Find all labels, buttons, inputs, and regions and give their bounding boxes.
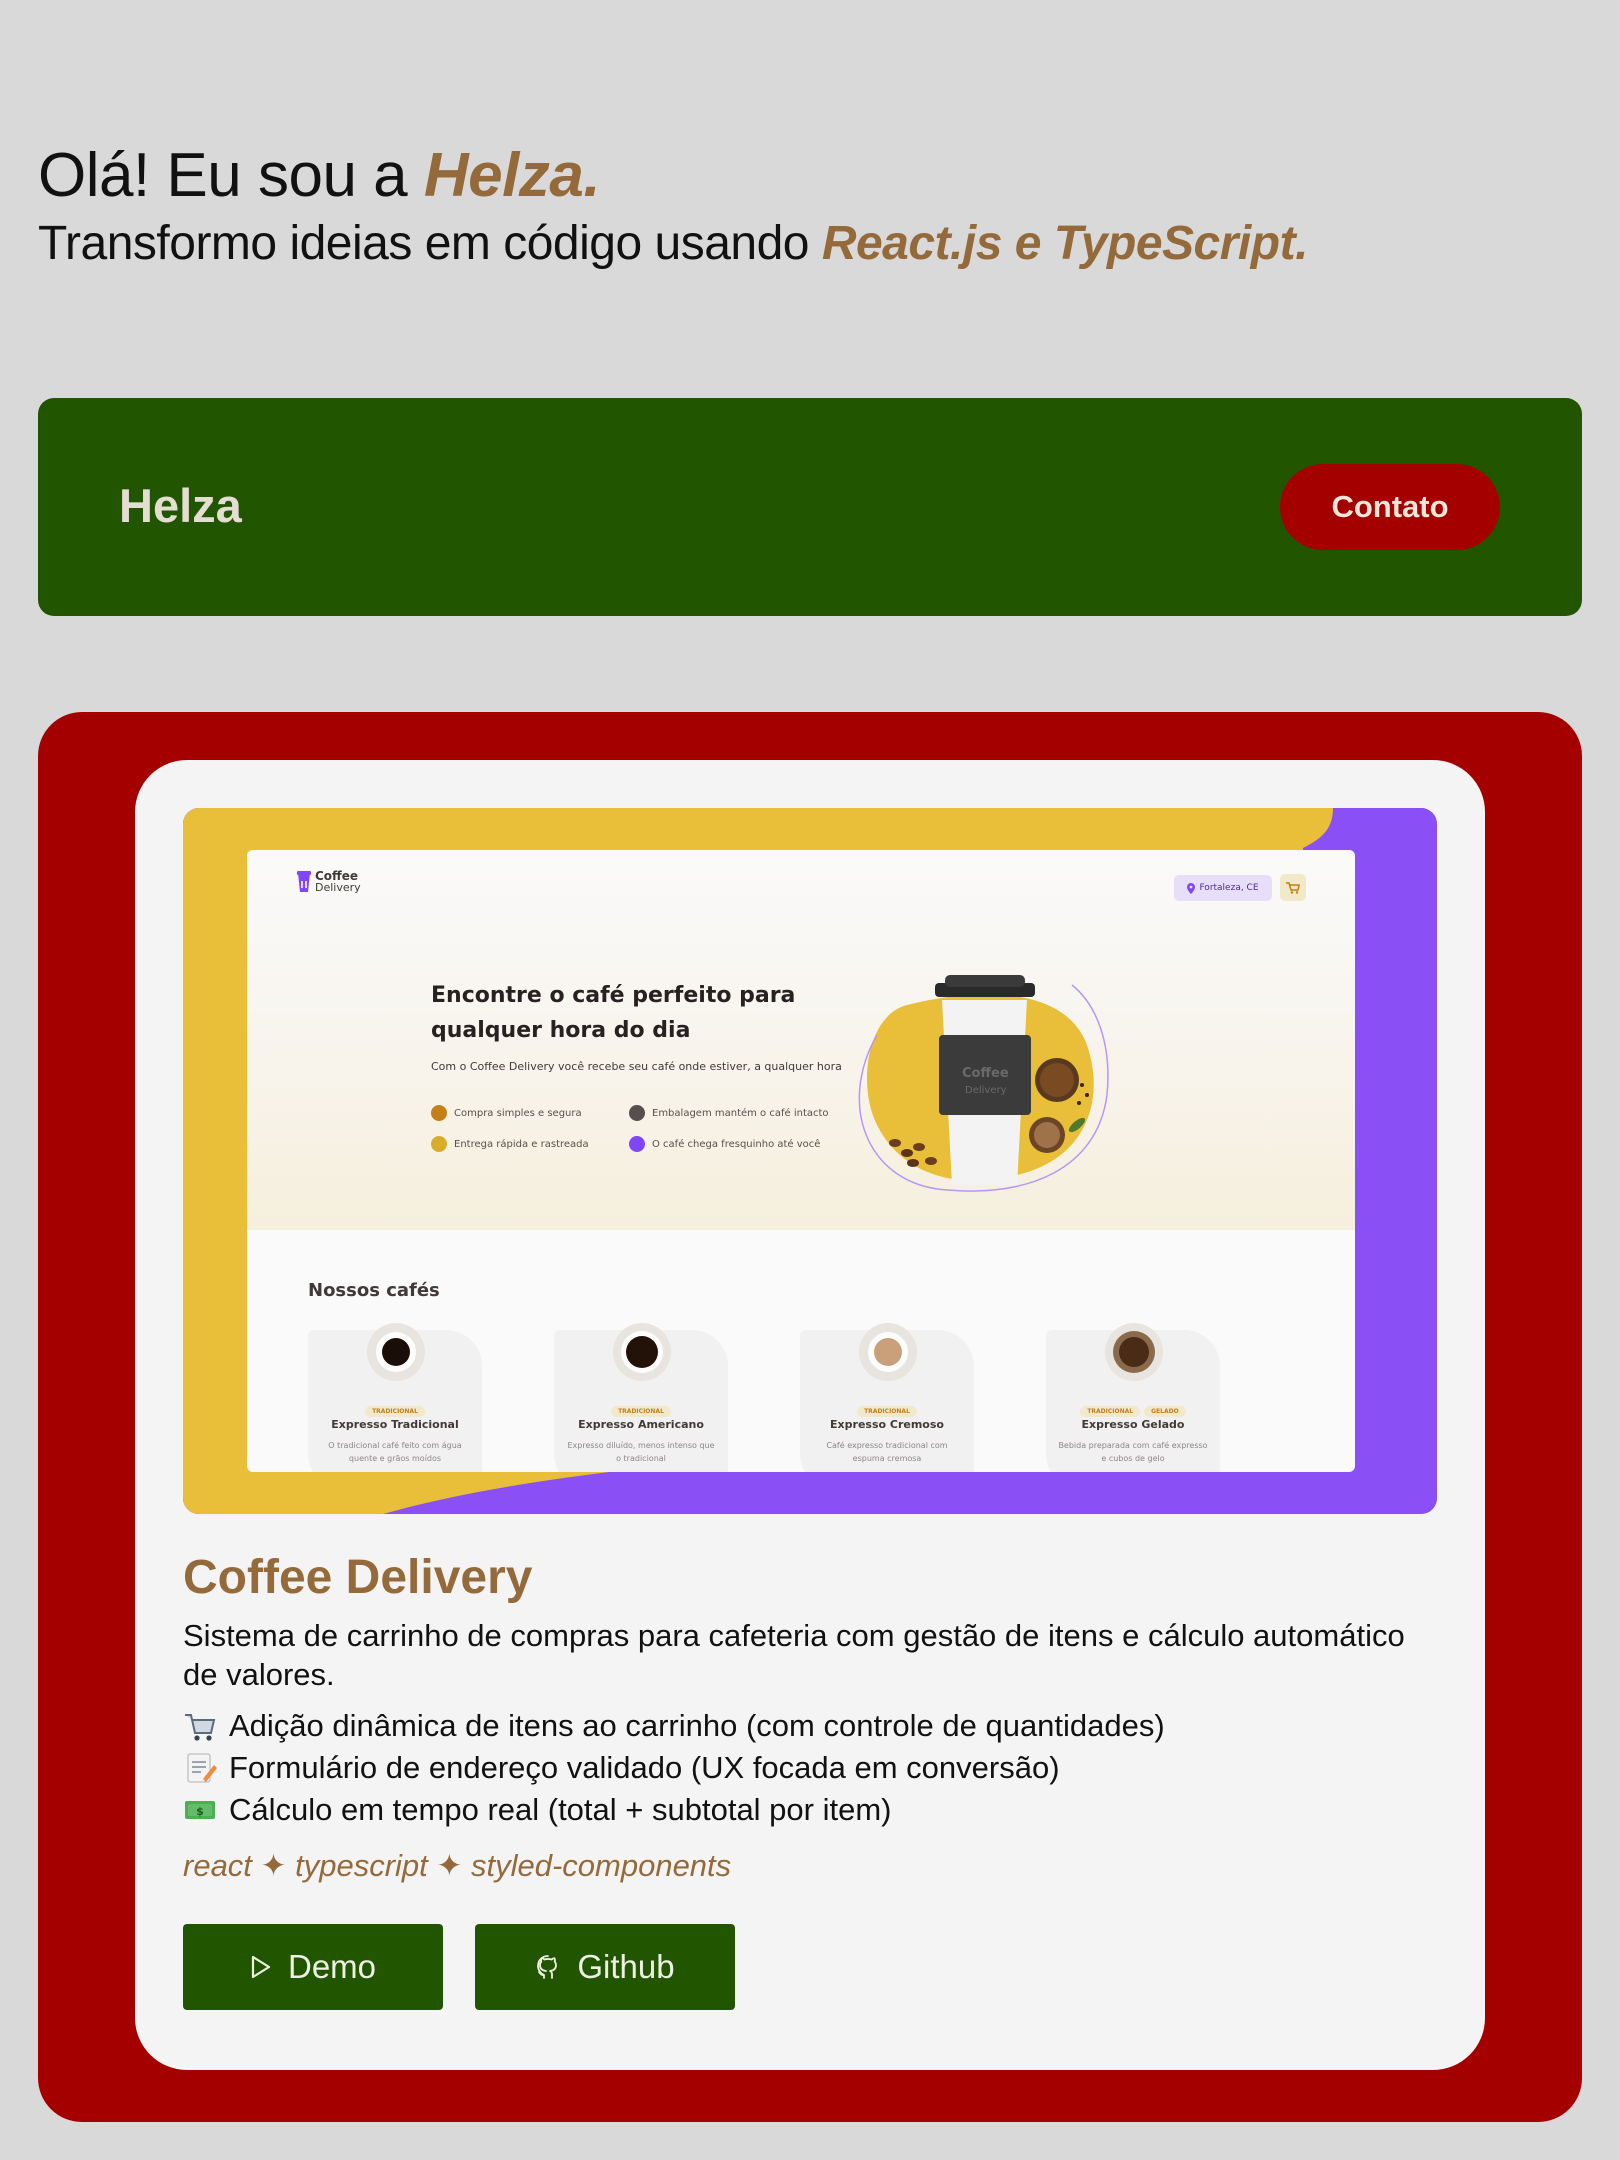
coffee-description: Expresso diluído, menos intenso que o tr… [567,1441,715,1463]
coffee-cup-illustration: Coffee Delivery [858,975,1109,1192]
logo-line-2: Delivery [315,881,361,894]
preview-feature: Entrega rápida e rastreada [431,1136,589,1152]
coffee-tag: GELADO [1144,1406,1186,1417]
github-button[interactable]: Github [475,1924,735,2010]
github-icon [537,1955,558,1979]
gelado-cup-icon [1105,1323,1163,1381]
coffee-tags: TRADICIONAL GELADO [1046,1398,1220,1417]
tagline-tech: React.js e TypeScript. [821,217,1309,270]
demo-button[interactable]: Demo [183,1924,443,2010]
coffee-description: Bebida preparada com café expresso e cub… [1058,1441,1208,1463]
list-item: $ Cálculo em tempo real (total + subtota… [183,1789,1165,1831]
package-feature-icon [629,1105,645,1121]
project-description: Sistema de carrinho de compras para cafe… [183,1618,1405,1692]
hero-tagline: Transformo ideias em código usando React… [38,214,1308,274]
americano-cup-icon [613,1323,671,1381]
preview-feature: O café chega fresquinho até você [629,1136,820,1152]
tagline-text: Transformo ideias em código usando [38,217,822,270]
coffee-cup-logo-icon [297,871,311,892]
feature-text: Formulário de endereço validado (UX foca… [229,1750,1060,1785]
coffee-tag: TRADICIONAL [1080,1406,1141,1417]
list-item: Formulário de endereço validado (UX foca… [183,1747,1165,1789]
cremoso-cup-icon [859,1323,917,1381]
list-item: Adição dinâmica de itens ao carrinho (co… [183,1705,1165,1747]
project-title: Coffee Delivery [183,1551,533,1604]
hero-greeting: Olá! Eu sou a Helza. [38,138,1308,214]
map-pin-icon [1187,882,1196,894]
preview-cart [1280,874,1306,901]
feature-text: Adição dinâmica de itens ao carrinho (co… [229,1708,1165,1743]
preview-headline: Encontre o café perfeito para qualquer h… [431,983,796,1043]
coffee-tags: TRADICIONAL [308,1398,482,1417]
svg-text:$: $ [196,1805,204,1818]
coffee-name: Expresso Tradicional [331,1418,459,1431]
money-icon: $ [185,1801,215,1819]
coffee-description: O tradicional café feito com água quente… [328,1441,462,1463]
greeting-text: Olá! Eu sou a [38,141,424,210]
tech-stack: react ✦ typescript ✦ styled-components [183,1848,732,1883]
preview-section-title: Nossos cafés [308,1280,440,1301]
svg-text:Coffee: Coffee [962,1066,1009,1081]
preview-site: Coffee Delivery Fortaleza, CE Encontre o… [247,850,1355,1472]
preview-feature: Embalagem mantém o café intacto [629,1105,829,1121]
preview-feature: Compra simples e segura [431,1105,582,1121]
navbar: Helza Contato [38,398,1582,616]
project-feature-list: Adição dinâmica de itens ao carrinho (co… [183,1705,1165,1831]
feature-text: O café chega fresquinho até você [652,1138,821,1150]
github-label: Github [577,1948,675,1985]
projects-section: Coffee Delivery Fortaleza, CE Encontre o… [38,712,1582,2122]
feature-text: Embalagem mantém o café intacto [652,1107,829,1119]
coffee-tag: TRADICIONAL [365,1406,425,1417]
memo-icon [187,1753,217,1783]
preview-subheadline: Com o Coffee Delivery você recebe seu ca… [431,1060,842,1073]
project-card: Coffee Delivery Fortaleza, CE Encontre o… [135,760,1485,2070]
timer-feature-icon [431,1136,447,1152]
preview-coffee-card: TRADICIONAL Expresso Americano Expresso … [554,1323,728,1472]
coffee-name: Expresso Gelado [1081,1418,1185,1431]
play-icon [251,1955,271,1979]
coffee-tags: TRADICIONAL [800,1398,974,1417]
coffee-description: Café expresso tradicional com espuma cre… [826,1441,948,1463]
preview-coffee-card: TRADICIONAL GELADO Expresso Gelado Bebida… [1046,1323,1220,1472]
coffee-tags: TRADICIONAL [554,1398,728,1417]
shopping-cart-icon [185,1714,216,1741]
contact-button[interactable]: Contato [1280,464,1500,550]
coffee-name: Expresso Cremoso [830,1418,944,1431]
coffee-tag: TRADICIONAL [857,1406,917,1417]
preview-logo: Coffee Delivery [297,870,361,894]
preview-coffee-card: TRADICIONAL Expresso Cremoso Café expres… [800,1323,974,1472]
preview-coffee-card: TRADICIONAL Expresso Tradicional O tradi… [308,1323,482,1472]
location-text: Fortaleza, CE [1199,883,1259,893]
feature-text: Cálculo em tempo real (total + subtotal … [229,1792,892,1827]
espresso-cup-icon [367,1323,425,1381]
hero-name: Helza. [423,141,601,210]
preview-logo-text: Coffee Delivery [315,870,361,894]
coffee-feature-icon [629,1136,645,1152]
project-preview-image: Coffee Delivery Fortaleza, CE Encontre o… [183,808,1437,1514]
brand-logo[interactable]: Helza [119,478,242,533]
preview-location: Fortaleza, CE [1174,875,1272,901]
coffee-tag: TRADICIONAL [611,1406,671,1417]
cart-icon [1286,881,1300,894]
hero-section: Olá! Eu sou a Helza. Transformo ideias e… [38,138,1308,274]
cart-feature-icon [431,1105,447,1121]
svg-text:Delivery: Delivery [965,1085,1007,1096]
coffee-name: Expresso Americano [578,1418,704,1431]
feature-text: Entrega rápida e rastreada [454,1138,589,1150]
feature-text: Compra simples e segura [454,1107,582,1119]
demo-label: Demo [287,1948,377,1985]
